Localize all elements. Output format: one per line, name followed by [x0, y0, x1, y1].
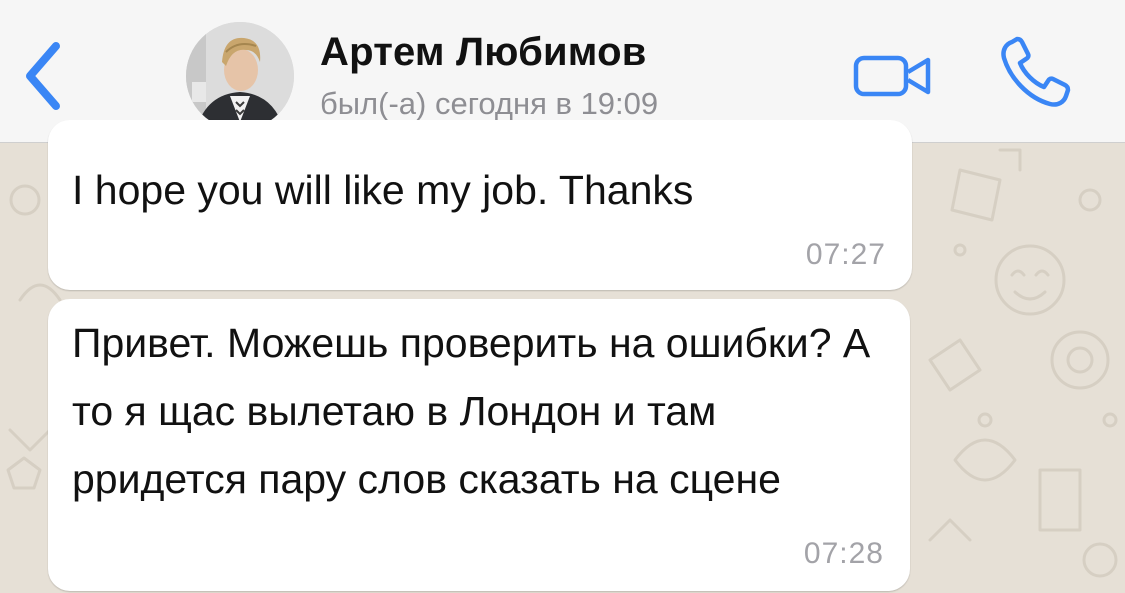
message-bubble[interactable]: Привет. Можешь проверить на ошибки? А то…	[48, 299, 910, 591]
chevron-left-icon	[26, 42, 60, 110]
phone-icon	[1001, 36, 1071, 107]
contact-name[interactable]: Артем Любимов	[320, 30, 647, 75]
message-text: I hope you will like my job. Thanks	[72, 167, 694, 213]
message-bubble[interactable]: I hope you will like my job. Thanks 07:2…	[48, 120, 912, 290]
avatar-image	[186, 22, 294, 130]
contact-last-seen: был(-а) сегодня в 19:09	[320, 86, 659, 121]
message-text: Привет. Можешь проверить на ошибки? А то…	[72, 320, 882, 502]
contact-avatar[interactable]	[186, 22, 294, 130]
voice-call-button[interactable]	[998, 36, 1072, 110]
video-call-button[interactable]	[852, 52, 934, 100]
message-timestamp: 07:28	[803, 537, 884, 570]
video-camera-icon	[853, 55, 931, 97]
message-timestamp: 07:27	[805, 238, 886, 271]
back-button[interactable]	[20, 40, 70, 112]
